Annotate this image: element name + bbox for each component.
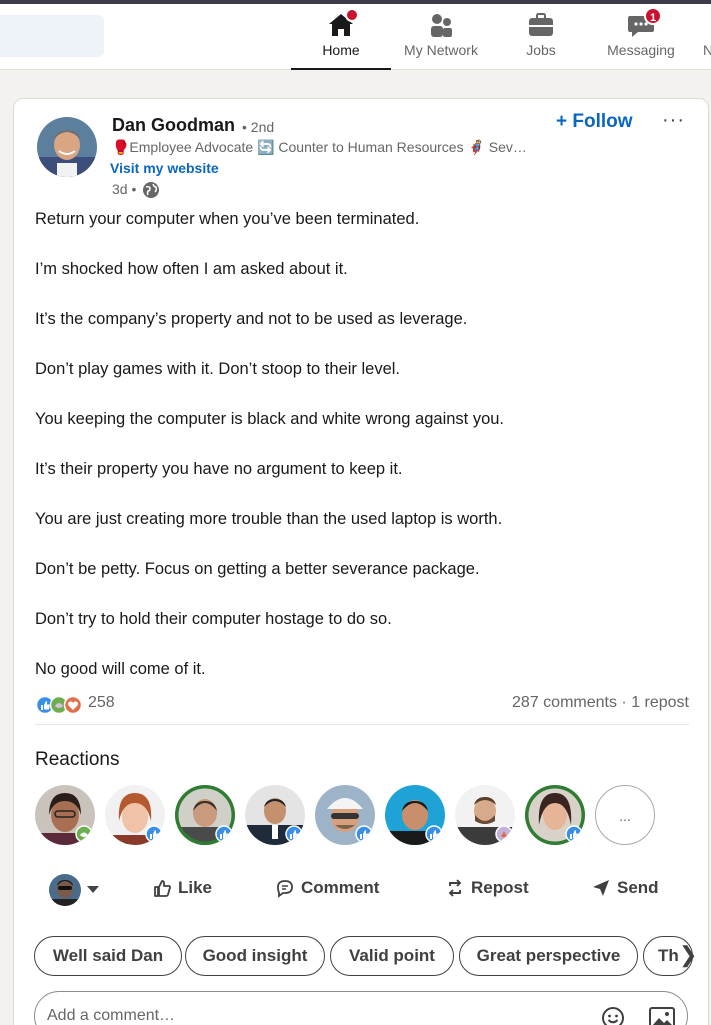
suggestion-chip[interactable]: Valid point bbox=[330, 936, 454, 976]
more-reactors-button[interactable]: ... bbox=[595, 785, 655, 845]
suggestion-chip[interactable]: Well said Dan bbox=[34, 936, 182, 976]
reactor-avatar[interactable] bbox=[105, 785, 165, 845]
post-card: Dan Goodman • 2nd 🥊Employee Advocate 🔄 C… bbox=[13, 98, 709, 1025]
post-time: 3d • bbox=[112, 181, 137, 197]
post-line: No good will come of it. bbox=[35, 660, 206, 678]
reactor-avatar[interactable] bbox=[35, 785, 95, 845]
nav-notifications-partial[interactable]: N bbox=[698, 10, 711, 70]
reactor-avatar[interactable] bbox=[525, 785, 585, 845]
reaction-count[interactable]: 258 bbox=[88, 694, 115, 712]
divider bbox=[35, 724, 689, 725]
post-line: You are just creating more trouble than … bbox=[35, 510, 503, 528]
send-button[interactable]: Send bbox=[591, 878, 659, 898]
notification-dot bbox=[345, 8, 359, 22]
like-button[interactable]: Like bbox=[152, 878, 212, 898]
post-line: It’s their property you have no argument… bbox=[35, 460, 403, 478]
comment-button[interactable]: Comment bbox=[275, 878, 379, 898]
comment-icon bbox=[277, 880, 293, 898]
nav-home[interactable]: Home bbox=[291, 8, 391, 70]
suggestion-chip[interactable]: Good insight bbox=[185, 936, 325, 976]
globe-icon bbox=[142, 181, 160, 199]
network-icon bbox=[426, 10, 456, 40]
suggestion-chip[interactable]: Great perspective bbox=[459, 936, 638, 976]
follow-button[interactable]: + Follow bbox=[556, 111, 633, 133]
social-counts: 258 287 comments · 1 repost bbox=[35, 693, 689, 717]
search-input[interactable] bbox=[0, 15, 104, 57]
connection-degree: • 2nd bbox=[242, 119, 275, 135]
reaction-icons[interactable] bbox=[35, 695, 87, 715]
post-line: Return your computer when you’ve been te… bbox=[35, 210, 420, 228]
actor-avatar[interactable] bbox=[49, 874, 81, 906]
post-line: I’m shocked how often I am asked about i… bbox=[35, 260, 348, 278]
nav-home-label: Home bbox=[322, 42, 360, 58]
notifications-icon bbox=[698, 10, 711, 40]
reactor-avatar[interactable] bbox=[315, 785, 375, 845]
thumbs-up-icon bbox=[154, 880, 171, 897]
top-nav-bar: Home My Network Jobs 1 Messaging N bbox=[0, 0, 711, 70]
suggested-replies: Well said Dan Good insight Valid point G… bbox=[34, 936, 697, 976]
nav-jobs[interactable]: Jobs bbox=[500, 10, 582, 70]
top-accent-strip bbox=[0, 0, 711, 4]
briefcase-icon bbox=[526, 10, 556, 40]
nav-messaging[interactable]: 1 Messaging bbox=[600, 7, 682, 70]
reactor-avatar[interactable] bbox=[175, 785, 235, 845]
repost-label: Repost bbox=[471, 878, 529, 897]
visit-website-link[interactable]: Visit my website bbox=[110, 160, 219, 176]
comment-input[interactable] bbox=[47, 1002, 567, 1025]
chevron-down-icon[interactable] bbox=[87, 886, 99, 894]
reactor-avatar[interactable] bbox=[245, 785, 305, 845]
more-options-button[interactable]: ··· bbox=[662, 109, 685, 132]
send-icon bbox=[593, 880, 609, 896]
image-icon[interactable] bbox=[649, 1006, 675, 1025]
messaging-icon: 1 bbox=[626, 7, 662, 40]
repost-button[interactable]: Repost bbox=[445, 878, 529, 898]
repost-icon bbox=[448, 879, 462, 897]
nav-my-network[interactable]: My Network bbox=[395, 10, 487, 70]
reactor-avatar[interactable] bbox=[455, 785, 515, 845]
post-line: Don’t play games with it. Don’t stoop to… bbox=[35, 360, 401, 378]
reactor-avatar[interactable] bbox=[385, 785, 445, 845]
comment-composer bbox=[34, 991, 688, 1025]
post-line: Don’t try to hold their computer hostage… bbox=[35, 610, 392, 628]
nav-my-network-label: My Network bbox=[404, 42, 478, 58]
like-label: Like bbox=[178, 878, 213, 897]
author-headline: 🥊Employee Advocate 🔄 Counter to Human Re… bbox=[112, 139, 527, 155]
comments-reposts-count[interactable]: 287 comments · 1 repost bbox=[512, 694, 689, 712]
post-actions-bar: Like Comment Repost Send bbox=[35, 874, 689, 908]
chevron-right-icon[interactable]: ❯ bbox=[679, 942, 697, 968]
send-label: Send bbox=[617, 878, 659, 897]
post-body: Return your computer when you’ve been te… bbox=[35, 207, 675, 707]
nav-jobs-label: Jobs bbox=[526, 42, 556, 58]
emoji-icon[interactable] bbox=[601, 1006, 625, 1025]
messaging-badge: 1 bbox=[644, 7, 662, 25]
nav-messaging-label: Messaging bbox=[607, 42, 675, 58]
reactions-heading: Reactions bbox=[35, 749, 120, 770]
post-line: It’s the company’s property and not to b… bbox=[35, 310, 468, 328]
author-name[interactable]: Dan Goodman bbox=[112, 115, 235, 136]
author-avatar[interactable] bbox=[37, 117, 97, 177]
comment-label: Comment bbox=[301, 878, 380, 897]
home-icon bbox=[326, 8, 359, 40]
nav-partial-label: N bbox=[702, 42, 711, 58]
post-line: Don’t be petty. Focus on getting a bette… bbox=[35, 560, 480, 578]
post-line: You keeping the computer is black and wh… bbox=[35, 410, 505, 428]
